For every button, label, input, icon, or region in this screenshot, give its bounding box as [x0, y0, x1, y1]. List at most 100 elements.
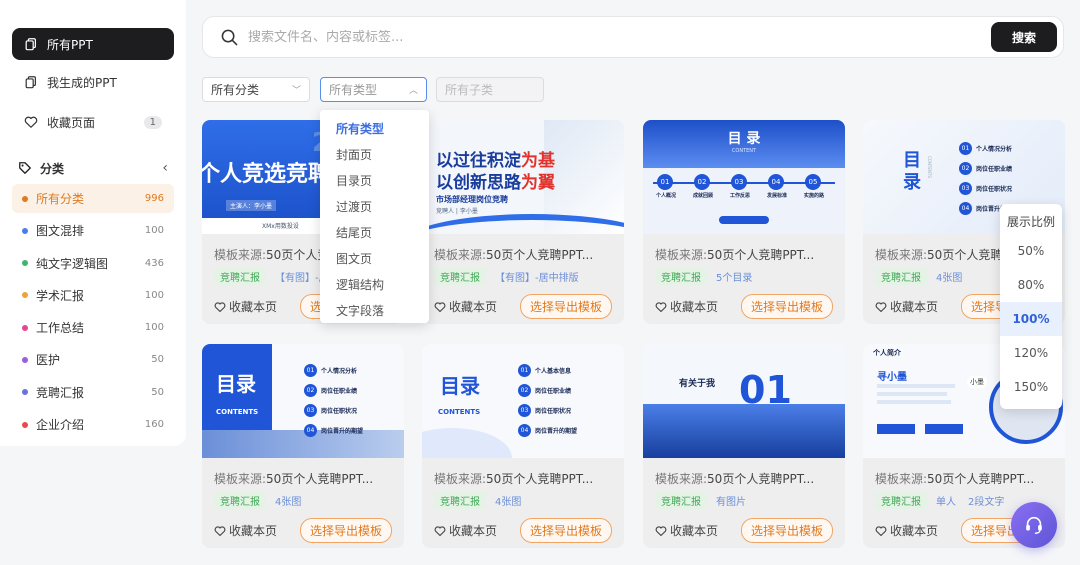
- card-tag: 竞聘汇报: [655, 268, 707, 285]
- thumb-text: 岗位任职状况: [976, 186, 1013, 193]
- card-source: 模板来源:50页个人竞聘PPT...: [434, 470, 612, 487]
- card-tag: 有图片: [716, 497, 746, 508]
- template-card[interactable]: 以过往积淀为基 以创新思路为翼 市场部经理岗位竞聘 竞聘人 | 李小墨 模板来源…: [422, 120, 624, 324]
- favorite-button[interactable]: 收藏本页: [655, 298, 718, 315]
- thumb-text: 个人概况: [655, 193, 676, 199]
- category-item[interactable]: 企业介绍 160: [12, 410, 174, 439]
- favorite-button[interactable]: 收藏本页: [434, 298, 497, 315]
- thumb-text: CONTENTS: [927, 156, 932, 178]
- category-item[interactable]: 竞聘汇报 50: [12, 378, 174, 407]
- thumb-text: 岗位晋升的期望: [321, 428, 364, 435]
- customer-support-button[interactable]: [1011, 502, 1057, 548]
- export-template-button[interactable]: 选择导出模板: [740, 294, 833, 319]
- search-input[interactable]: [248, 29, 991, 45]
- nav-my-ppt[interactable]: 我生成的PPT: [12, 64, 174, 100]
- card-source-text: 50页个人竞聘PPT...: [486, 472, 594, 486]
- thumb-text: 岗位任职业绩: [321, 388, 358, 395]
- category-item[interactable]: 学术汇报 100: [12, 281, 174, 310]
- type-option[interactable]: 封面页: [320, 142, 429, 168]
- nav-label: 我生成的PPT: [47, 75, 117, 90]
- headset-icon: [1026, 516, 1042, 534]
- card-tag: 4张图: [936, 273, 963, 284]
- heart-icon: [875, 525, 887, 536]
- nav-label: 收藏页面: [47, 115, 96, 130]
- category-item[interactable]: 图文混排 100: [12, 216, 174, 245]
- category-item[interactable]: 纯文字逻辑图 436: [12, 249, 174, 278]
- export-template-button[interactable]: 选择导出模板: [299, 518, 392, 543]
- type-option[interactable]: 逻辑结构: [320, 272, 429, 298]
- category-dot-icon: [22, 356, 28, 363]
- thumb-text: 目 录: [727, 131, 761, 147]
- card-thumbnail[interactable]: 目录 CONTENTS 01 个人基本信息 02 岗位任职业绩 03 岗位任职状况 0…: [422, 344, 624, 458]
- heart-icon: [214, 525, 226, 536]
- card-footer: 收藏本页 选择导出模板: [655, 518, 833, 543]
- category-dot-icon: [22, 260, 28, 267]
- category-count: 50: [151, 354, 164, 366]
- nav-favorites[interactable]: 收藏页面 1: [12, 104, 174, 140]
- thumb-text: 01: [739, 368, 792, 412]
- zoom-option[interactable]: 120%: [1000, 336, 1062, 370]
- category-title: 分类: [40, 161, 65, 176]
- type-option[interactable]: 目录页: [320, 168, 429, 194]
- type-option[interactable]: 过渡页: [320, 194, 429, 220]
- favorite-label: 收藏本页: [449, 300, 498, 314]
- heart-icon: [655, 525, 667, 536]
- card-source-label: 模板来源:: [875, 472, 928, 486]
- favorite-label: 收藏本页: [670, 300, 719, 314]
- favorite-button[interactable]: 收藏本页: [434, 522, 497, 539]
- favorite-button[interactable]: 收藏本页: [214, 522, 277, 539]
- category-item[interactable]: 所有分类 996: [12, 184, 174, 213]
- zoom-option[interactable]: 50%: [1000, 234, 1062, 268]
- zoom-option[interactable]: 80%: [1000, 268, 1062, 302]
- card-thumbnail[interactable]: 以过往积淀为基 以创新思路为翼 市场部经理岗位竞聘 竞聘人 | 李小墨: [422, 120, 624, 234]
- nav-label: 所有PPT: [47, 37, 93, 52]
- nav-all-ppt[interactable]: 所有PPT: [12, 28, 174, 60]
- card-tag: 4张图: [495, 497, 522, 508]
- card-tags: 竞聘汇报 【有图】-居中排版: [434, 268, 612, 285]
- thumb-text: CONTENT: [731, 148, 757, 154]
- category-label: 企业介绍: [36, 418, 85, 433]
- card-thumbnail[interactable]: 目录 CONTENTS 01 个人情况分析 02 岗位任职业绩 03 岗位任职状况 0…: [202, 344, 404, 458]
- card-thumbnail[interactable]: 有关于我 01: [643, 344, 845, 458]
- template-card[interactable]: 有关于我 01 模板来源:50页个人竞聘PPT... 竞聘汇报 有图片 收藏本页 …: [643, 344, 845, 548]
- chevron-down-icon: ﹀: [291, 86, 301, 96]
- type-option[interactable]: 图文页: [320, 246, 429, 272]
- category-item[interactable]: 工作总结 100: [12, 313, 174, 342]
- zoom-option[interactable]: 100%: [1000, 302, 1062, 336]
- card-thumbnail[interactable]: 目 录 CONTENT 01 个人概况 02 成就回顾 03 工作反思 04 发展标准…: [643, 120, 845, 234]
- subtype-filter-select[interactable]: 所有子类: [436, 77, 544, 102]
- card-footer: 收藏本页 选择导出模板: [434, 294, 612, 319]
- thumb-text: 岗位任职状况: [321, 408, 358, 415]
- favorite-button[interactable]: 收藏本页: [214, 298, 277, 315]
- type-option[interactable]: 所有类型: [320, 116, 429, 142]
- type-filter-select[interactable]: 所有类型 ︿: [320, 77, 427, 102]
- favorite-label: 收藏本页: [449, 524, 498, 538]
- type-option[interactable]: 文字段落: [320, 298, 429, 324]
- collapse-chevron-icon[interactable]: ‹: [162, 160, 168, 176]
- favorite-button[interactable]: 收藏本页: [655, 522, 718, 539]
- type-option[interactable]: 结尾页: [320, 220, 429, 246]
- card-tags: 竞聘汇报 有图片: [655, 492, 833, 509]
- thumb-text: 岗位晋升的期望: [535, 428, 578, 435]
- card-tag: 竞聘汇报: [214, 492, 266, 509]
- favorite-button[interactable]: 收藏本页: [875, 298, 938, 315]
- card-source: 模板来源:50页个人竞聘PPT...: [875, 470, 1053, 487]
- export-template-button[interactable]: 选择导出模板: [740, 518, 833, 543]
- category-filter-select[interactable]: 所有分类 ﹀: [202, 77, 310, 102]
- search-button[interactable]: 搜索: [991, 22, 1057, 52]
- category-count: 996: [144, 193, 164, 204]
- category-item[interactable]: 医护 50: [12, 345, 174, 374]
- export-template-button[interactable]: 选择导出模板: [519, 518, 612, 543]
- template-card[interactable]: 目 录 CONTENT 01 个人概况 02 成就回顾 03 工作反思 04 发展标准…: [643, 120, 845, 324]
- template-card[interactable]: 目录 CONTENTS 01 个人情况分析 02 岗位任职业绩 03 岗位任职状况 0…: [202, 344, 404, 548]
- favorite-button[interactable]: 收藏本页: [875, 522, 938, 539]
- template-card[interactable]: 目录 CONTENTS 01 个人基本信息 02 岗位任职业绩 03 岗位任职状况 0…: [422, 344, 624, 548]
- card-source: 模板来源:50页个人竞聘PPT...: [655, 470, 833, 487]
- card-tag: 竞聘汇报: [434, 268, 486, 285]
- thumb-text: 目录: [440, 374, 480, 398]
- zoom-option[interactable]: 150%: [1000, 370, 1062, 404]
- card-source-label: 模板来源:: [214, 248, 267, 262]
- card-footer: 收藏本页 选择导出模板: [214, 518, 392, 543]
- export-template-button[interactable]: 选择导出模板: [519, 294, 612, 319]
- card-tags: 竞聘汇报 4张图: [434, 492, 612, 509]
